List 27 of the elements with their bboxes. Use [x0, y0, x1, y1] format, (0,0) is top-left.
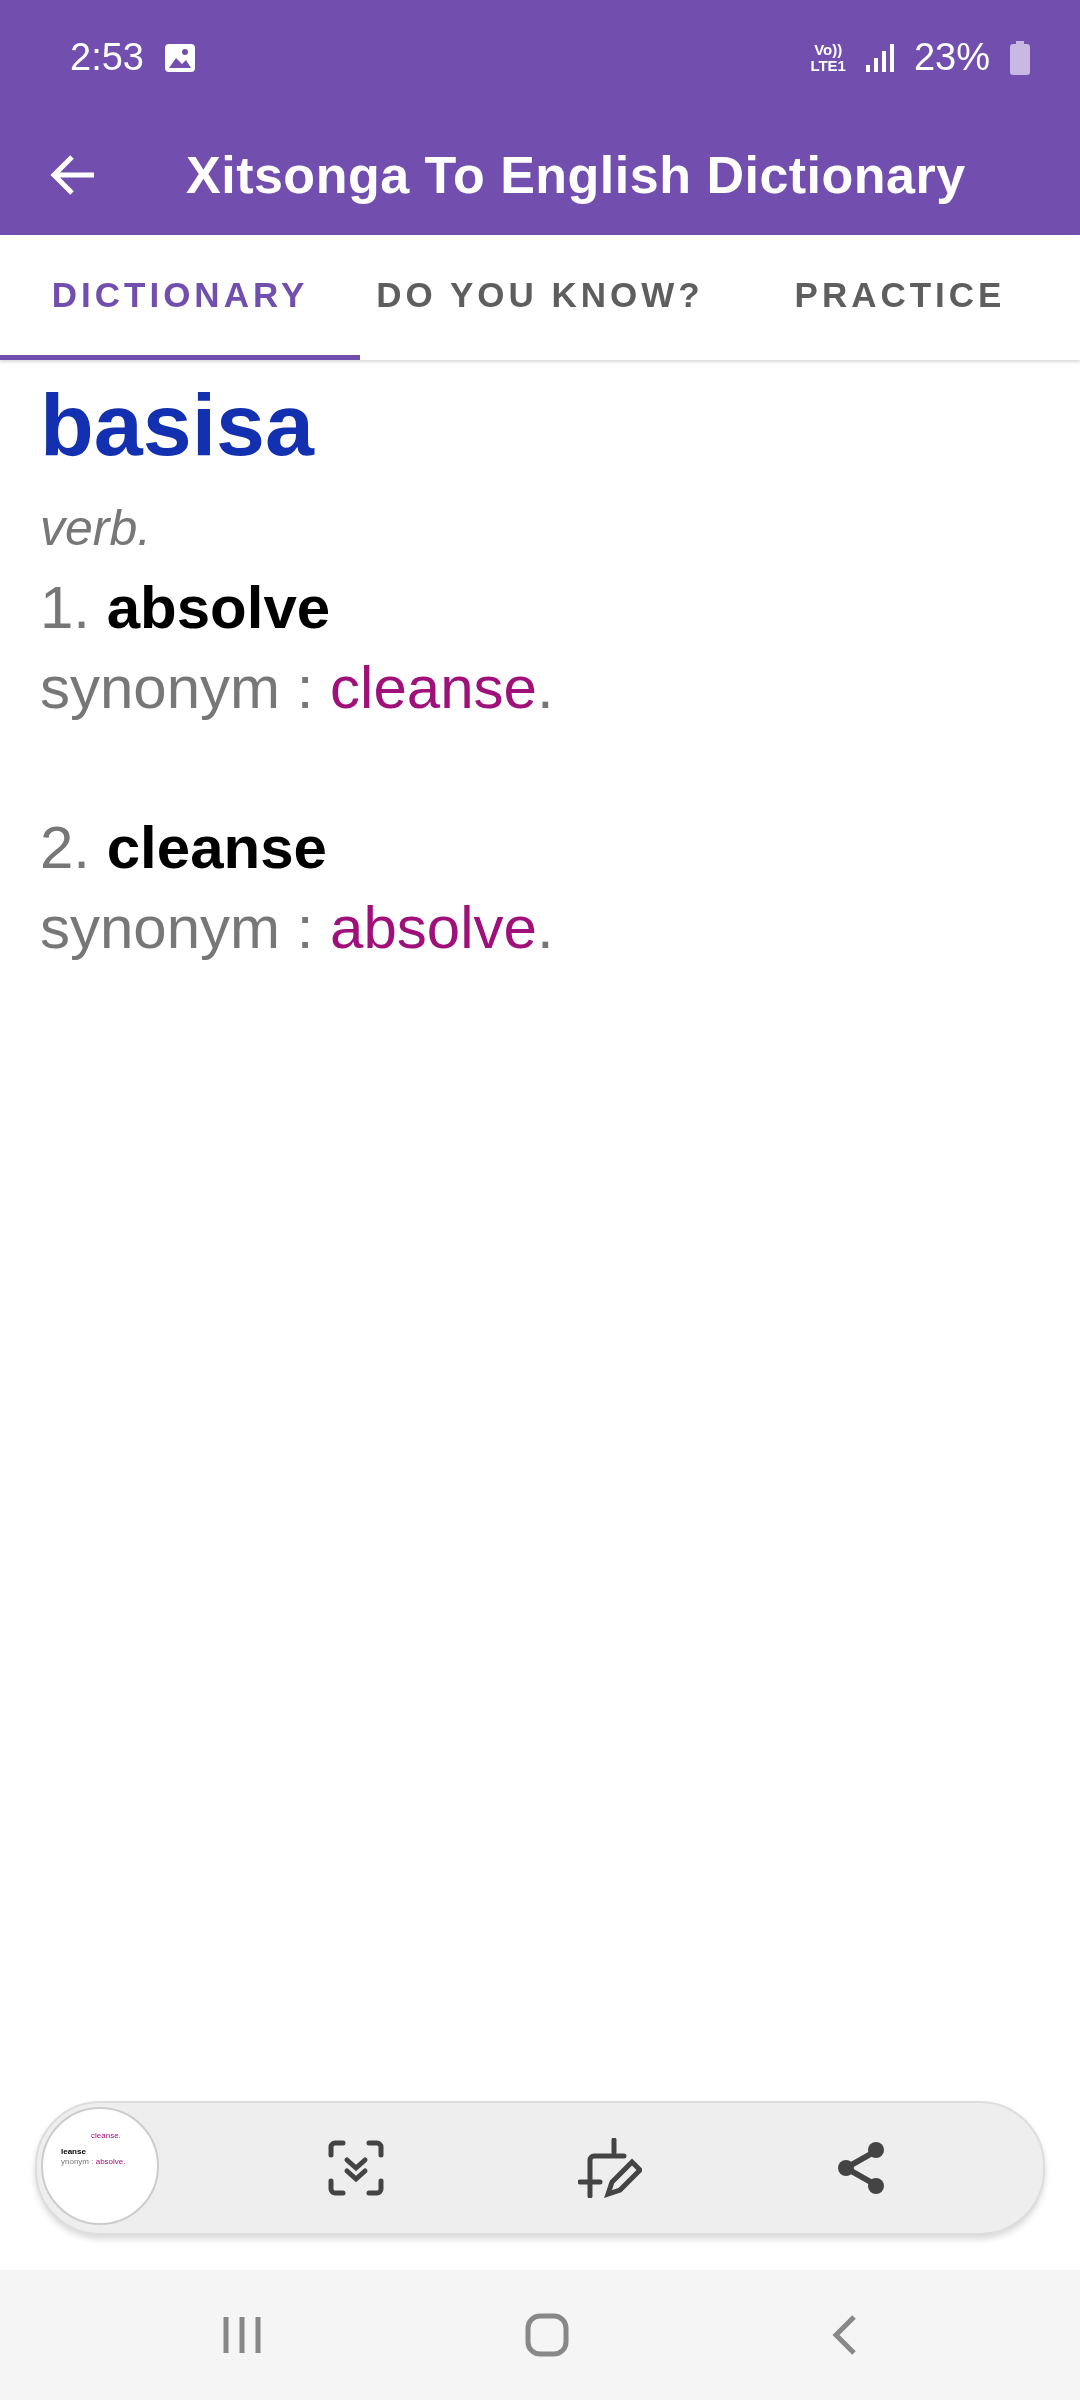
- recent-apps-icon[interactable]: [221, 2315, 262, 2355]
- app-title: Xitsonga To English Dictionary: [186, 145, 966, 205]
- tab[interactable]: DICTIONARY: [0, 235, 360, 360]
- tab[interactable]: PRACTICE: [720, 235, 1080, 360]
- back-icon[interactable]: [832, 2314, 859, 2356]
- screenshot-thumbnail[interactable]: cleanse. leanse ynonym : absolve.: [41, 2107, 159, 2225]
- headword: basisa: [40, 374, 316, 476]
- crop-edit-button[interactable]: [578, 2138, 642, 2198]
- tab[interactable]: DO YOU KNOW?: [360, 235, 720, 360]
- part-of-speech: verb.: [40, 499, 153, 558]
- image-icon: [163, 42, 196, 73]
- synonym-line: synonym : cleanse.: [40, 653, 555, 723]
- status-time: 2:53: [70, 36, 144, 79]
- share-icon: [836, 2141, 886, 2195]
- scroll-capture-icon: [328, 2140, 384, 2196]
- synonym-line: synonym : absolve.: [40, 893, 555, 963]
- signal-icon: [865, 42, 894, 73]
- share-button[interactable]: [836, 2141, 886, 2195]
- crop-edit-icon: [578, 2138, 642, 2198]
- sense-meaning: 2. cleanse: [40, 813, 328, 883]
- back-arrow-icon[interactable]: [50, 155, 96, 195]
- battery-percent: 23%: [913, 36, 990, 79]
- sense-meaning: 1. absolve: [40, 573, 332, 643]
- network-label: Vo)) LTE1: [810, 41, 846, 74]
- home-icon[interactable]: [525, 2313, 569, 2357]
- scroll-capture-button[interactable]: [328, 2140, 384, 2196]
- battery-icon: [1010, 40, 1030, 75]
